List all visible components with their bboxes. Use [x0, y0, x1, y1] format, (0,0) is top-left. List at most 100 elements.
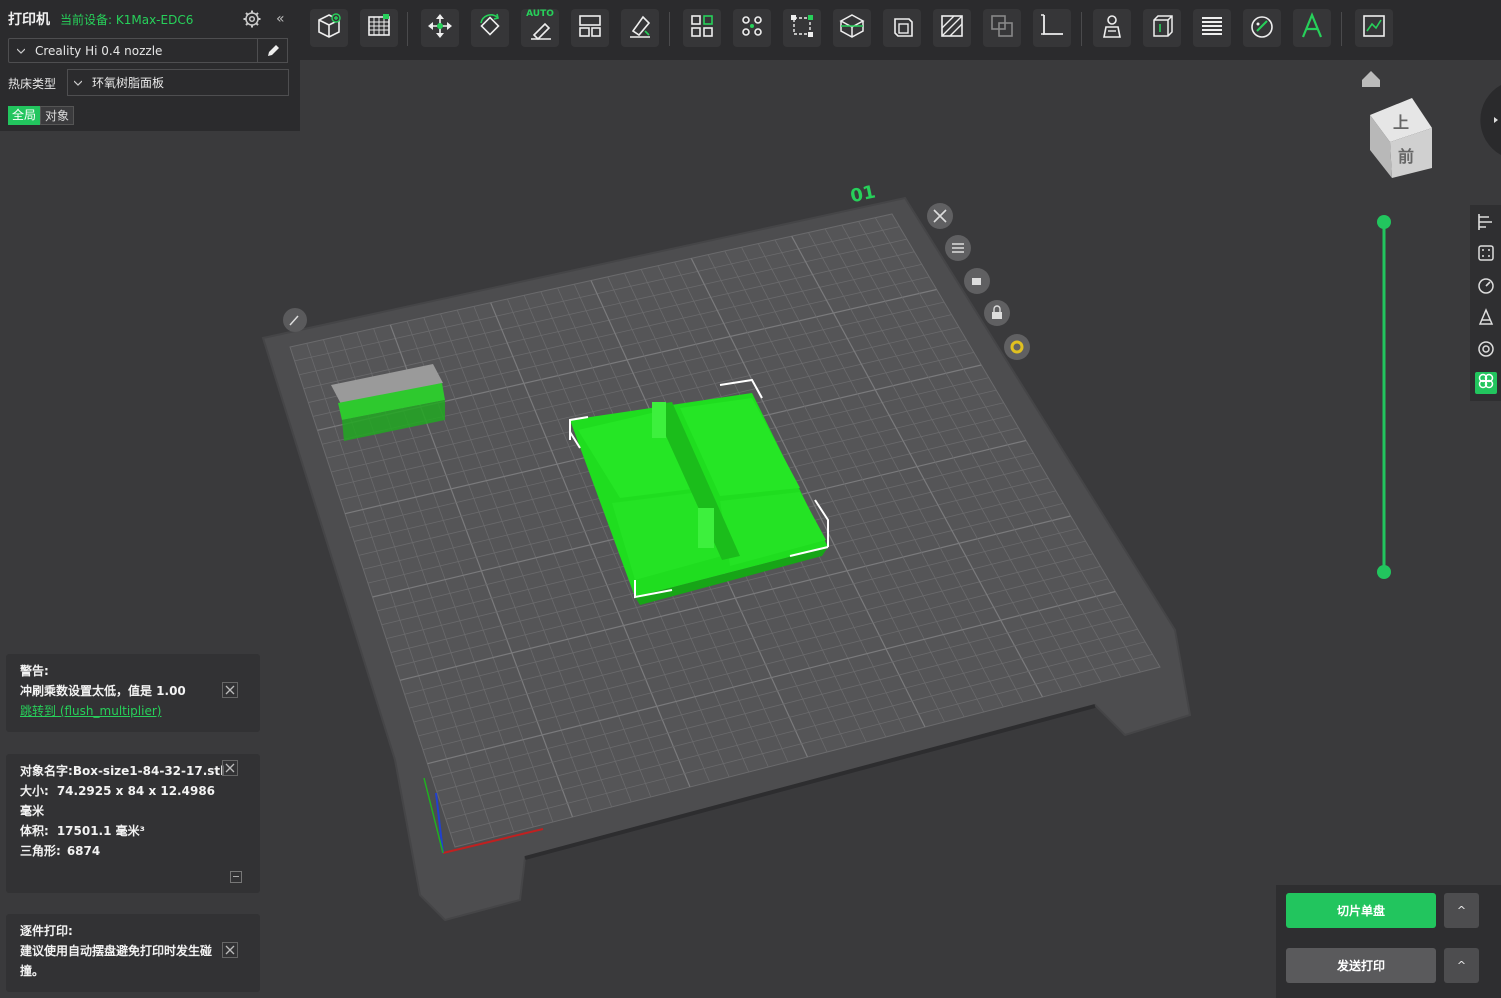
close-icon[interactable]: [222, 760, 238, 776]
text-icon: [1297, 11, 1327, 45]
layer-slider[interactable]: [1377, 215, 1391, 579]
object-size-row: 大小: 74.2925 x 84 x 12.4986: [20, 781, 246, 801]
edit-plate-name-button[interactable]: [283, 308, 307, 332]
right-sidebar: [1470, 205, 1501, 401]
main-toolbar: AUTO: [300, 0, 1501, 60]
toolbar-divider: [1341, 12, 1342, 46]
auto-arrange-plate-button[interactable]: [964, 268, 990, 294]
toolbar-divider: [669, 12, 670, 46]
gear-icon[interactable]: [242, 9, 262, 29]
close-icon[interactable]: [222, 682, 238, 698]
arrange-grid-icon: [364, 11, 394, 45]
objects-view-button[interactable]: [1475, 372, 1497, 394]
send-print-button[interactable]: 发送打印: [1286, 948, 1436, 983]
object-size-unit: 毫米: [20, 804, 45, 818]
seam-paint-icon: [1097, 11, 1127, 45]
object-triangles-value: 6874: [66, 844, 101, 858]
object-name-label: 对象名字:: [20, 764, 73, 778]
lock-plate-button[interactable]: [984, 300, 1010, 326]
measure-icon: [1037, 11, 1067, 45]
object-info-notification: 对象名字:Box-size1-84-32-17.stl 大小: 74.2925 x…: [6, 754, 260, 893]
color-paint-button[interactable]: [1243, 9, 1281, 47]
seam-paint-button[interactable]: [1093, 9, 1131, 47]
view-cube-front[interactable]: 前: [1398, 147, 1414, 166]
send-options-button[interactable]: ^: [1444, 948, 1479, 983]
warning-link[interactable]: 跳转到 (flush_multiplier): [20, 704, 161, 718]
slice-options-button[interactable]: ^: [1444, 893, 1479, 928]
pencil-icon: [267, 44, 279, 56]
speedometer-icon: [1477, 276, 1495, 298]
printer-title: 打印机: [8, 12, 50, 28]
boolean-button[interactable]: [983, 9, 1021, 47]
support-button[interactable]: [1475, 308, 1497, 330]
move-icon: [425, 11, 455, 45]
split-objects-button[interactable]: [683, 9, 721, 47]
target-button[interactable]: [1475, 340, 1497, 362]
bounding-box-icon: [787, 11, 817, 45]
object-volume-value: 17501.1 毫米³: [56, 824, 145, 838]
hollow-icon: [887, 11, 917, 45]
auto-orient-button[interactable]: AUTO: [521, 9, 559, 47]
chevron-down-icon: [17, 48, 25, 54]
speed-button[interactable]: [1475, 276, 1497, 298]
object-size-value: 74.2925 x 84 x 12.4986: [56, 784, 216, 798]
align-button[interactable]: [1475, 213, 1497, 235]
split-parts-icon: [737, 11, 767, 45]
object-volume-label: 体积:: [20, 824, 49, 838]
plate-list-button[interactable]: [945, 235, 971, 261]
home-icon[interactable]: [1362, 71, 1380, 87]
slice-plate-button[interactable]: 切片单盘: [1286, 893, 1436, 928]
action-panel: 切片单盘 ^ 发送打印 ^: [1276, 885, 1501, 998]
bounding-view-button[interactable]: [1475, 244, 1497, 266]
plate-number[interactable]: 01: [849, 181, 878, 207]
lay-on-face-icon: [625, 11, 655, 45]
layers-button[interactable]: [1193, 9, 1231, 47]
shell-icon: [1147, 11, 1177, 45]
object-size-label: 大小:: [20, 784, 49, 798]
lay-on-face-button[interactable]: [621, 9, 659, 47]
move-button[interactable]: [421, 9, 459, 47]
cut-button[interactable]: [833, 9, 871, 47]
color-paint-icon: [1247, 11, 1277, 45]
assembly-button[interactable]: [1355, 9, 1393, 47]
measure-button[interactable]: [1033, 9, 1071, 47]
split-layout-icon: [575, 11, 605, 45]
rotate-button[interactable]: [471, 9, 509, 47]
support-icon: [1477, 308, 1495, 330]
collapse-panel-button[interactable]: «: [276, 9, 292, 29]
split-layout-button[interactable]: [571, 9, 609, 47]
object-triangles-label: 三角形:: [20, 844, 61, 858]
close-plate-button[interactable]: [927, 203, 953, 229]
close-icon[interactable]: [222, 942, 238, 958]
expand-panel-button[interactable]: [1480, 85, 1501, 155]
sequential-message: 建议使用自动摆盘避免打印时发生碰撞。: [20, 944, 213, 978]
printer-header: 打印机 当前设备: K1Max-EDC6: [8, 9, 193, 29]
minimize-icon[interactable]: [230, 871, 242, 883]
shell-button[interactable]: [1143, 9, 1181, 47]
nozzle-value: Creality Hi 0.4 nozzle: [35, 43, 163, 58]
text-button[interactable]: [1293, 9, 1331, 47]
boolean-icon: [987, 11, 1017, 45]
warning-notification: 警告: 冲刷乘数设置太低，值是 1.00 跳转到 (flush_multipli…: [6, 654, 260, 732]
bounding-box-button[interactable]: [783, 9, 821, 47]
split-parts-button[interactable]: [733, 9, 771, 47]
assembly-icon: [1359, 11, 1389, 45]
layer-slider-top-handle[interactable]: [1377, 215, 1391, 229]
arrange-grid-button[interactable]: [360, 9, 398, 47]
support-paint-icon: [937, 11, 967, 45]
view-cube-top[interactable]: 上: [1393, 113, 1409, 132]
sequential-print-notification: 逐件打印: 建议使用自动摆盘避免打印时发生碰撞。: [6, 914, 260, 992]
object-volume-row: 体积: 17501.1 毫米³: [20, 821, 246, 841]
add-object-button[interactable]: [310, 9, 348, 47]
object-triangles-row: 三角形: 6874: [20, 841, 246, 861]
plate-settings-button[interactable]: [1004, 334, 1030, 360]
toolbar-divider: [407, 12, 408, 46]
auto-label: AUTO: [526, 9, 554, 19]
sequential-title: 逐件打印:: [20, 924, 73, 938]
support-paint-button[interactable]: [933, 9, 971, 47]
current-device[interactable]: 当前设备: K1Max-EDC6: [60, 11, 193, 28]
view-cube[interactable]: 上 前: [1370, 98, 1432, 178]
hollow-button[interactable]: [883, 9, 921, 47]
layer-slider-bottom-handle[interactable]: [1377, 565, 1391, 579]
toolbar-divider: [1081, 12, 1082, 46]
